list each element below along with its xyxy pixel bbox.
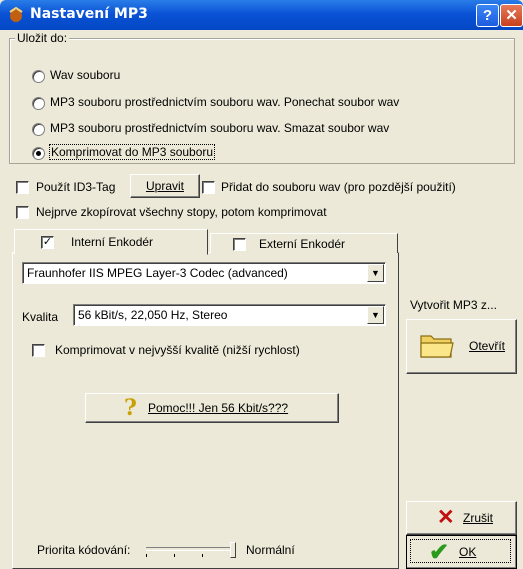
tab-internal-encoder-label[interactable]: Interní Enkodér [71,235,153,249]
radio-mp3-keep-wav[interactable] [32,97,45,110]
chevron-down-icon[interactable]: ▼ [367,306,384,324]
radio-compress-mp3[interactable] [32,147,45,160]
radio-mp3-delete-wav[interactable] [32,123,45,136]
help-title-button[interactable]: ? [476,4,499,27]
radio-mp3-delete-wav-label[interactable]: MP3 souboru prostřednictvím souboru wav.… [50,121,389,135]
open-button-label: Otevřít [469,339,506,353]
checkmark-icon: ✔ [429,539,450,566]
copy-first-label[interactable]: Nejprve zkopírovat všechny stopy, potom … [36,205,327,219]
best-quality-checkbox[interactable] [32,344,45,357]
copy-first-checkbox[interactable] [16,206,29,219]
add-to-wav-checkbox[interactable] [202,181,215,194]
priority-value: Normální [246,543,295,557]
id3-tag-checkbox[interactable] [16,181,29,194]
ok-button-label: OK [459,545,477,559]
help-icon: ? [124,395,137,421]
window-title: Nastavení MP3 [30,6,148,22]
add-to-wav-label[interactable]: Přidat do souboru wav (pro pozdější použ… [221,180,456,194]
priority-slider-tick [146,554,147,557]
radio-wav-label[interactable]: Wav souboru [50,68,120,82]
chevron-down-icon[interactable]: ▼ [367,264,384,282]
id3-tag-label[interactable]: Použít ID3-Tag [36,180,115,194]
quality-select[interactable]: 56 kBit/s, 22,050 Hz, Stereo ▼ [73,304,386,326]
edit-id3-button[interactable]: Upravit [130,174,200,198]
app-icon [9,6,23,22]
external-encoder-checkbox[interactable] [233,238,246,251]
best-quality-label[interactable]: Komprimovat v nejvyšší kvalitě (nižší ry… [55,343,300,357]
folder-icon [420,335,454,358]
low-bitrate-help-button[interactable]: ? Pomoc!!! Jen 56 Kbit/s??? [85,393,339,423]
priority-slider-tick [202,554,203,557]
tab-internal-encoder[interactable]: ✓ Interní Enkodér [14,229,208,255]
close-button[interactable]: ✕ [500,4,523,27]
radio-mp3-keep-wav-label[interactable]: MP3 souboru prostřednictvím souboru wav.… [50,95,399,109]
low-bitrate-help-label: Pomoc!!! Jen 56 Kbit/s??? [148,401,289,415]
tab-external-encoder-label[interactable]: Externí Enkodér [259,237,345,251]
open-button[interactable]: Otevřít [406,319,517,374]
internal-encoder-checkbox[interactable]: ✓ [41,236,54,249]
quality-label: Kvalita [22,310,59,324]
priority-slider-track [146,547,230,551]
codec-select[interactable]: Fraunhofer IIS MPEG Layer-3 Codec (advan… [22,262,386,284]
cancel-button-label: Zrušit [463,511,493,525]
cancel-x-icon: ✕ [437,506,455,529]
radio-compress-mp3-label[interactable]: Komprimovat do MP3 souboru [48,144,216,160]
priority-slider-thumb[interactable] [230,542,236,558]
quality-select-value: 56 kBit/s, 22,050 Hz, Stereo [78,308,228,322]
radio-wav[interactable] [32,70,45,83]
save-to-group-label: Uložit do: [15,31,70,45]
priority-slider-tick [174,554,175,557]
cancel-button[interactable]: ✕ Zrušit [406,501,517,535]
codec-select-value: Fraunhofer IIS MPEG Layer-3 Codec (advan… [27,266,288,280]
priority-slider[interactable] [146,542,236,558]
priority-label: Priorita kódování: [37,543,131,557]
title-bar[interactable]: Nastavení MP3 ? ✕ [0,0,523,30]
tab-external-encoder[interactable]: Externí Enkodér [210,233,398,253]
create-mp3-from-label: Vytvořit MP3 z... [410,298,497,312]
ok-button[interactable]: ✔ OK [406,535,517,569]
